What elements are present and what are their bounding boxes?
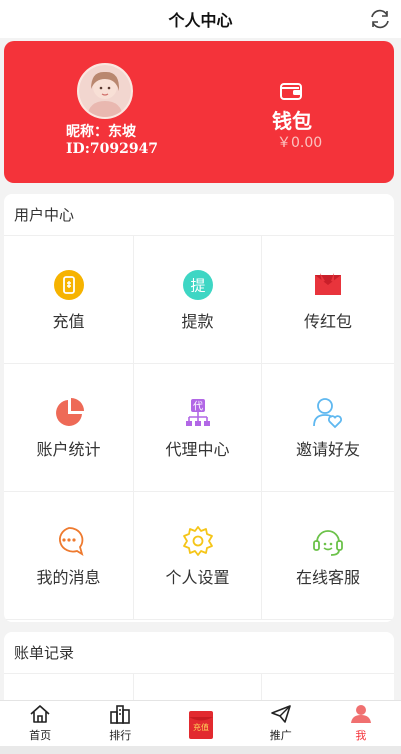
menu-item-label: 邀请好友 (295, 439, 360, 459)
user-center-title: 用户中心 (4, 194, 394, 236)
menu-item-label: 个人设置 (165, 567, 230, 587)
bottom-strip (0, 746, 401, 754)
user-id: ID:7092947 (66, 141, 159, 157)
menu-item-agent-center[interactable]: 代 代理中心 (134, 364, 262, 492)
user-avatar[interactable] (77, 63, 133, 119)
tab-recharge[interactable]: 充值 (160, 701, 240, 746)
profile-card: 昵称：东坡 ID:7092947 钱包 ￥0.00 (4, 41, 394, 183)
menu-item-label: 代理中心 (165, 439, 230, 459)
agent-icon: 代 (181, 396, 215, 430)
tab-label: 我 (355, 729, 367, 742)
refresh-icon[interactable] (367, 7, 393, 31)
wallet-amount: ￥0.00 (277, 135, 323, 151)
menu-item-my-messages[interactable]: 我的消息 (4, 492, 134, 620)
menu-item-label: 在线客服 (295, 567, 360, 587)
withdraw-icon-text: 提 (190, 276, 205, 294)
headset-icon (311, 524, 345, 558)
ranking-icon (109, 701, 131, 726)
settings-gear-icon (181, 524, 215, 558)
menu-item-label: 账户统计 (36, 439, 101, 459)
menu-item-online-service[interactable]: 在线客服 (262, 492, 394, 620)
user-center-grid: 充值 提 提款 传红包 账户统计 代 代理中心 邀请好友 我的消息 个人设置 在… (4, 236, 394, 620)
menu-item-red-envelope[interactable]: 传红包 (262, 236, 394, 364)
nickname: 昵称：东坡 (66, 124, 136, 140)
menu-item-label: 提款 (181, 311, 214, 331)
phone-recharge-icon (52, 268, 86, 302)
tab-label: 排行 (109, 729, 132, 742)
bottom-tab-bar: 首页 排行 充值 推广 我 (0, 700, 401, 746)
menu-item-invite-friends[interactable]: 邀请好友 (262, 364, 394, 492)
send-icon (270, 701, 292, 726)
menu-item-account-stats[interactable]: 账户统计 (4, 364, 134, 492)
agent-icon-text: 代 (193, 400, 203, 412)
wallet-label[interactable]: 钱包 (272, 105, 312, 134)
user-center-card: 用户中心 充值 提 提款 传红包 账户统计 代 代理中心 邀请好友 我的消息 个… (4, 194, 394, 622)
tab-ranking[interactable]: 排行 (80, 701, 160, 746)
pie-chart-icon (52, 396, 86, 430)
wallet-icon[interactable] (279, 81, 303, 105)
menu-item-withdraw[interactable]: 提 提款 (134, 236, 262, 364)
bill-records-title: 账单记录 (4, 632, 394, 674)
tab-promote[interactable]: 推广 (241, 701, 321, 746)
menu-item-label: 传红包 (303, 311, 352, 331)
red-envelope-icon (311, 268, 345, 302)
tab-label: 推广 (269, 729, 292, 742)
tab-me[interactable]: 我 (321, 701, 401, 746)
menu-item-personal-settings[interactable]: 个人设置 (134, 492, 262, 620)
top-bar: 个人中心 (0, 0, 401, 38)
page-title: 个人中心 (168, 11, 233, 30)
tab-label: 首页 (29, 729, 52, 742)
recharge-envelope-icon: 充值 (188, 708, 214, 742)
profile-icon (350, 701, 372, 726)
home-icon (29, 701, 51, 726)
menu-item-recharge[interactable]: 充值 (4, 236, 134, 364)
menu-item-label: 我的消息 (36, 567, 101, 587)
invite-friend-icon (311, 396, 345, 430)
recharge-envelope-text: 充值 (193, 722, 209, 732)
withdraw-icon: 提 (181, 268, 215, 302)
tab-home[interactable]: 首页 (0, 701, 80, 746)
message-icon (52, 524, 86, 558)
menu-item-label: 充值 (52, 311, 85, 331)
